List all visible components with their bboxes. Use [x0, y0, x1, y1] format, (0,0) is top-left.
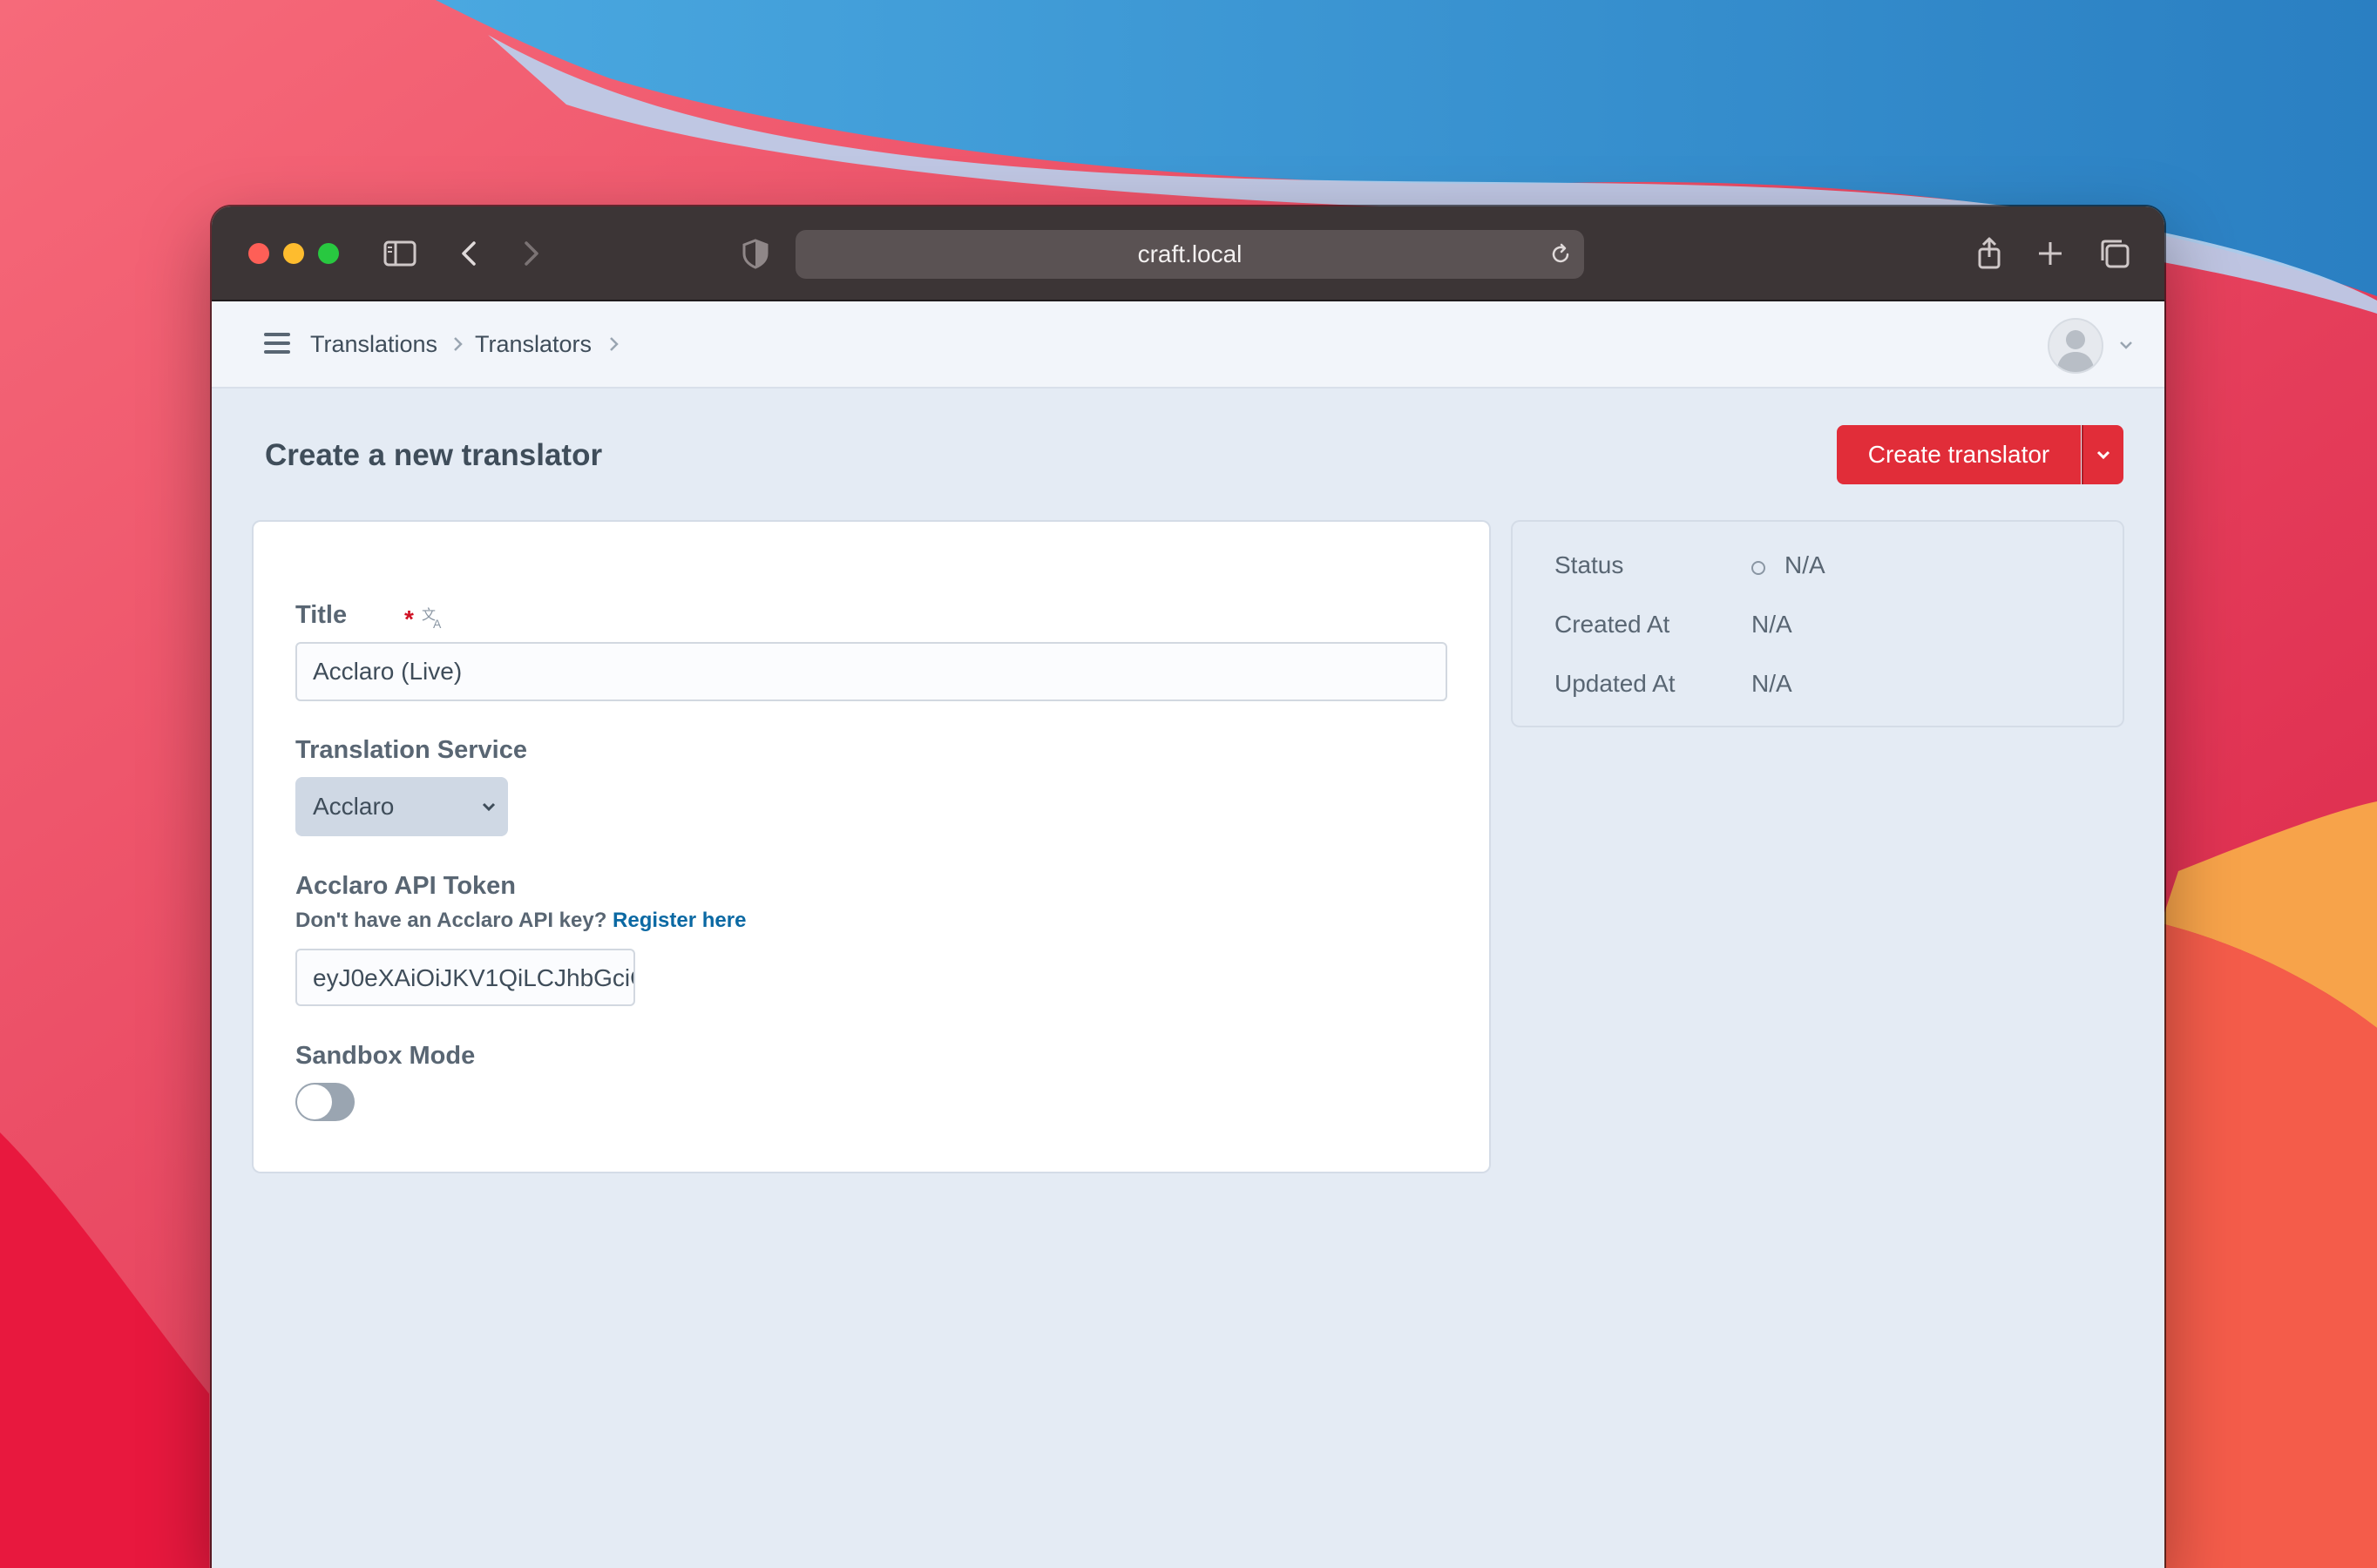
sandbox-mode-label: Sandbox Mode	[295, 1042, 476, 1070]
share-icon[interactable]	[1972, 236, 2007, 271]
hamburger-icon[interactable]	[264, 333, 290, 355]
meta-panel: Status N/A Created At N/A Updated At N/A	[1513, 522, 2123, 726]
browser-window: craft.local Translations Translators Cre…	[212, 206, 2164, 1568]
chevron-right-icon[interactable]	[513, 236, 548, 271]
api-token-instructions: Don't have an Acclaro API key? Register …	[295, 909, 746, 933]
create-options-button[interactable]	[2082, 425, 2123, 484]
instructions-text: Don't have an Acclaro API key?	[295, 909, 607, 932]
translator-form: Title * 文A Acclaro (Live) Translation Se…	[254, 522, 1489, 1172]
register-link[interactable]: Register here	[613, 909, 746, 932]
selected-service: Acclaro	[313, 793, 395, 820]
status-label: Status	[1554, 551, 1624, 578]
chevron-right-icon	[605, 333, 622, 355]
breadcrumb-translators[interactable]: Translators	[475, 301, 592, 387]
updated-at-value: N/A	[1751, 670, 1792, 697]
tabs-overview-icon[interactable]	[2097, 236, 2132, 271]
status-indicator	[1751, 561, 1765, 575]
plus-icon[interactable]	[2033, 236, 2068, 271]
chevron-down-icon[interactable]	[2117, 336, 2135, 354]
minimize-window-button[interactable]	[283, 243, 304, 264]
translation-service-label: Translation Service	[295, 736, 527, 764]
translation-service-select[interactable]: Acclaro	[295, 777, 508, 836]
toggle-knob	[297, 1085, 332, 1119]
create-translator-button[interactable]: Create translator	[1837, 425, 2081, 484]
page-title: Create a new translator	[265, 438, 603, 472]
api-token-label: Acclaro API Token	[295, 872, 517, 900]
status-value: N/A	[1784, 551, 1825, 578]
svg-text:A: A	[433, 617, 442, 631]
title-label: Title	[295, 601, 348, 629]
shield-icon[interactable]	[738, 236, 773, 271]
sandbox-mode-toggle[interactable]	[295, 1083, 355, 1121]
address-bar[interactable]: craft.local	[796, 230, 1584, 279]
translate-icon: 文A	[421, 605, 447, 631]
created-at-value: N/A	[1751, 611, 1792, 638]
api-token-input[interactable]: eyJ0eXAiOiJKV1QiLCJhbGciOiJIUzI1NiJ9	[295, 949, 635, 1006]
sidebar-icon[interactable]	[383, 236, 417, 271]
close-window-button[interactable]	[248, 243, 269, 264]
browser-toolbar: craft.local	[212, 206, 2164, 301]
cp-header: Translations Translators	[212, 301, 2164, 389]
updated-at-label: Updated At	[1554, 670, 1676, 697]
maximize-window-button[interactable]	[318, 243, 339, 264]
chevron-down-icon	[2096, 450, 2110, 460]
reload-icon[interactable]	[1547, 241, 1574, 267]
avatar[interactable]	[2048, 318, 2103, 374]
chevron-right-icon	[449, 333, 466, 355]
chevron-left-icon[interactable]	[452, 236, 487, 271]
title-input[interactable]: Acclaro (Live)	[295, 642, 1447, 701]
url-text: craft.local	[1137, 240, 1243, 267]
required-indicator: *	[404, 605, 414, 632]
created-at-label: Created At	[1554, 611, 1670, 638]
breadcrumb-translations[interactable]: Translations	[310, 301, 437, 387]
chevron-down-icon	[480, 798, 498, 820]
